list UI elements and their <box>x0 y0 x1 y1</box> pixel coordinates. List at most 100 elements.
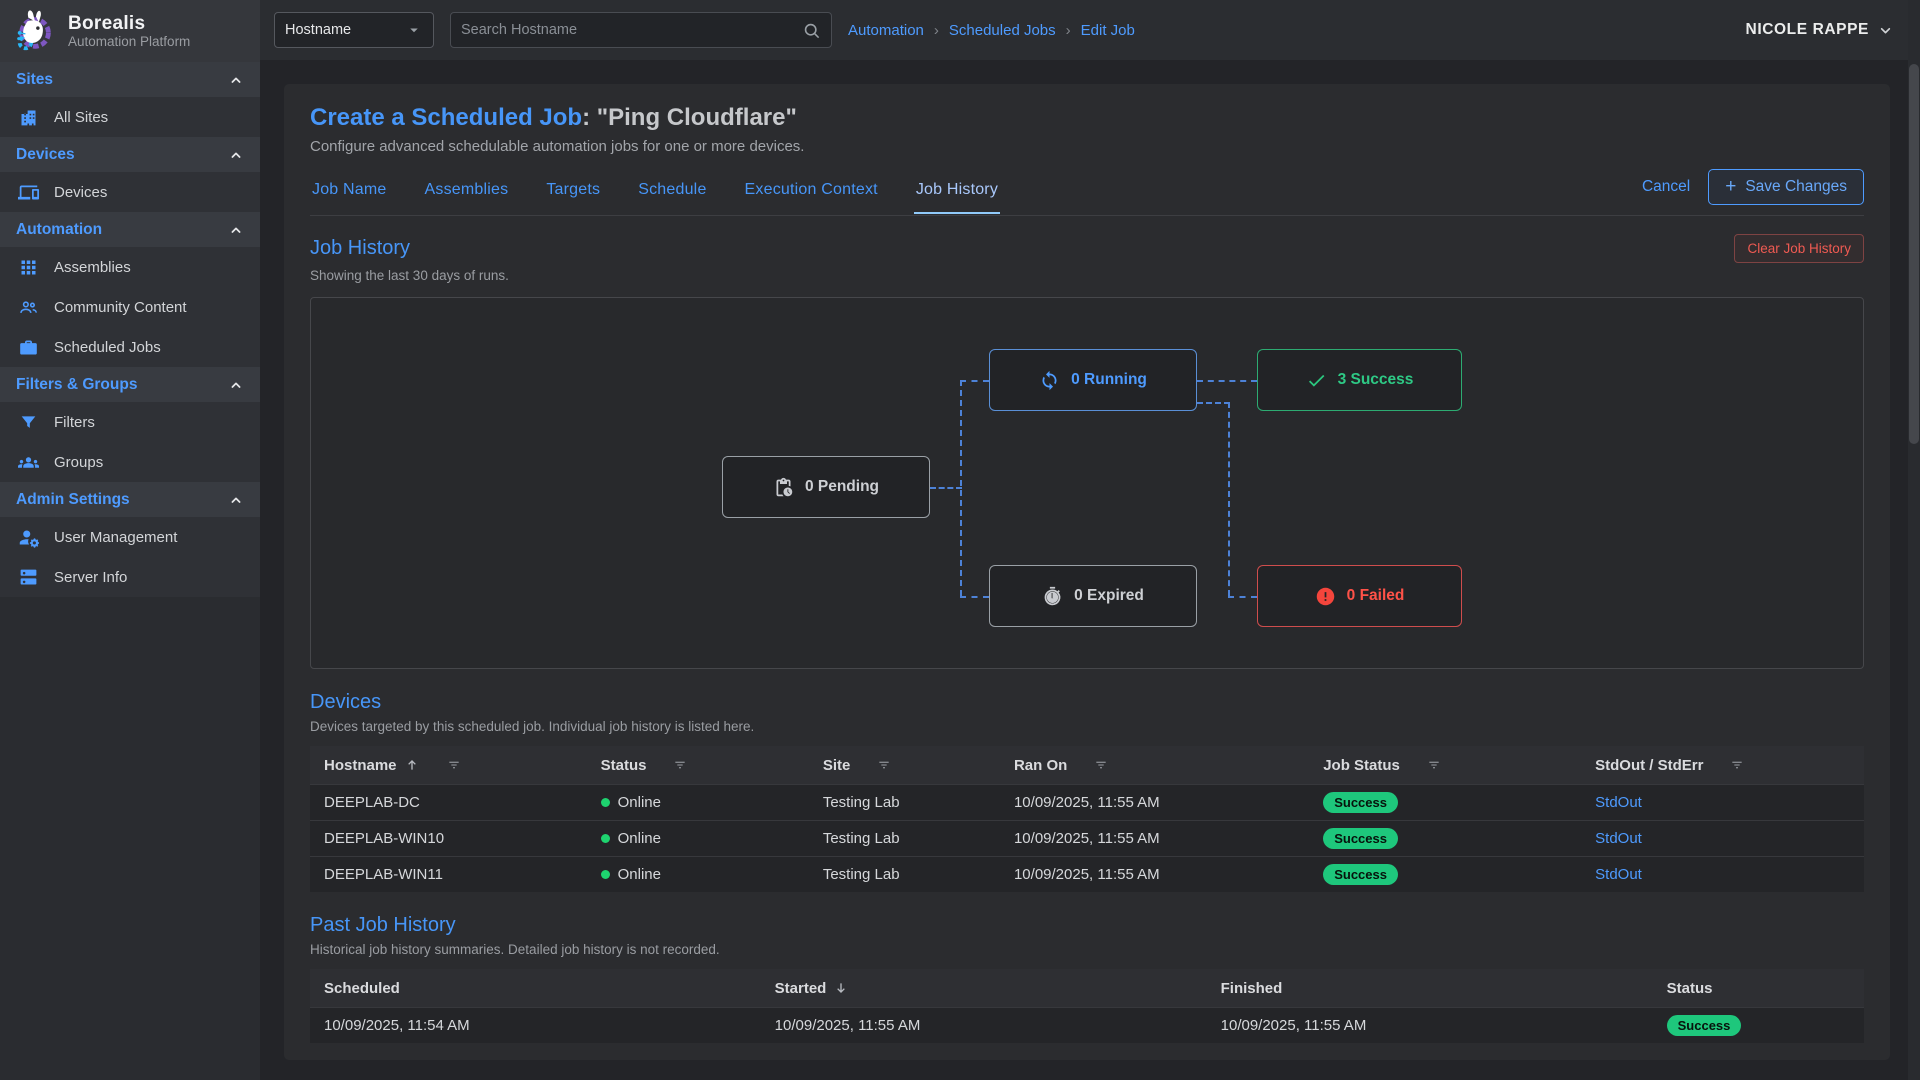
chevron-up-icon <box>228 72 244 88</box>
page-title: Create a Scheduled Job: "Ping Cloudflare… <box>310 104 1864 132</box>
sidebar-item-groups[interactable]: Groups <box>0 442 260 482</box>
column-label: Site <box>823 757 851 774</box>
sidebar-item-server-info[interactable]: Server Info <box>0 557 260 597</box>
pending-actions-icon <box>773 477 794 498</box>
search-field-select[interactable]: Hostname <box>274 12 434 48</box>
stdout-cell: StdOut <box>1581 794 1864 811</box>
buildings-icon <box>18 107 39 128</box>
sidebar-item-scheduled-jobs[interactable]: Scheduled Jobs <box>0 327 260 367</box>
status-text: Online <box>618 830 661 847</box>
sidebar-item-all-sites[interactable]: All Sites <box>0 97 260 137</box>
sort-asc-icon[interactable] <box>404 757 420 773</box>
stdout-cell: StdOut <box>1581 866 1864 883</box>
groups-icon <box>18 452 39 473</box>
brand-name: Borealis <box>68 13 190 35</box>
section-label: Admin Settings <box>16 491 130 509</box>
devices-table-header: Hostname Status Site <box>310 746 1864 784</box>
stdout-link[interactable]: StdOut <box>1595 794 1642 811</box>
page-scrollbar <box>1908 0 1920 1080</box>
column-header-job-status[interactable]: Job Status <box>1309 757 1581 774</box>
table-row: DEEPLAB-WIN10 Online Testing Lab 10/09/2… <box>310 820 1864 856</box>
status-cell: Online <box>587 866 809 883</box>
tab-job-name[interactable]: Job Name <box>310 171 389 213</box>
job-history-header-row: Job History Clear Job History <box>310 234 1864 263</box>
filter-list-icon[interactable] <box>876 757 892 773</box>
user-menu[interactable]: NICOLE RAPPE <box>1746 21 1894 39</box>
tab-schedule[interactable]: Schedule <box>636 171 708 213</box>
sidebar-item-filters[interactable]: Filters <box>0 402 260 442</box>
column-header-hostname[interactable]: Hostname <box>310 757 587 774</box>
section-label: Sites <box>16 71 53 89</box>
save-changes-button[interactable]: + Save Changes <box>1708 169 1864 205</box>
connector-line <box>960 596 989 598</box>
column-header-scheduled[interactable]: Scheduled <box>310 980 761 997</box>
breadcrumb-edit-job[interactable]: Edit Job <box>1081 22 1135 39</box>
job-status-flowchart: 0 Pending 0 Running 3 Success 0 Expired <box>310 297 1864 669</box>
sidebar-section-admin-settings[interactable]: Admin Settings <box>0 482 260 517</box>
stdout-link[interactable]: StdOut <box>1595 830 1642 847</box>
filter-list-icon[interactable] <box>1729 757 1745 773</box>
sidebar-section-automation[interactable]: Automation <box>0 212 260 247</box>
sidebar-section-filters-groups[interactable]: Filters & Groups <box>0 367 260 402</box>
table-row: 10/09/2025, 11:54 AM 10/09/2025, 11:55 A… <box>310 1007 1864 1043</box>
tab-targets[interactable]: Targets <box>544 171 602 213</box>
sidebar-section-devices[interactable]: Devices <box>0 137 260 172</box>
scrollbar-thumb[interactable] <box>1909 64 1919 444</box>
column-header-status[interactable]: Status <box>1653 980 1864 997</box>
brand-home[interactable]: Borealis Automation Platform <box>0 0 260 62</box>
ran-on-cell: 10/09/2025, 11:55 AM <box>1000 866 1309 883</box>
connector-line <box>930 487 962 489</box>
page-subtitle: Configure advanced schedulable automatio… <box>310 138 1864 155</box>
column-label: Status <box>601 757 647 774</box>
success-count-label: 3 Success <box>1338 371 1414 389</box>
filter-list-icon[interactable] <box>446 757 462 773</box>
status-cell: Online <box>587 794 809 811</box>
stdout-link[interactable]: StdOut <box>1595 866 1642 883</box>
tab-job-history[interactable]: Job History <box>914 171 1000 214</box>
connector-line <box>1197 402 1230 404</box>
job-status-cell: Success <box>1309 864 1581 885</box>
sidebar-item-assemblies[interactable]: Assemblies <box>0 247 260 287</box>
sidebar-item-label: Community Content <box>54 299 187 316</box>
page-title-suffix: : "Ping Cloudflare" <box>582 104 797 131</box>
sort-desc-icon[interactable] <box>833 980 849 996</box>
search-box <box>450 12 832 48</box>
devices-icon <box>18 182 39 203</box>
breadcrumb-scheduled-jobs[interactable]: Scheduled Jobs <box>949 22 1056 39</box>
column-header-stdout[interactable]: StdOut / StdErr <box>1581 757 1864 774</box>
section-label: Automation <box>16 221 102 239</box>
column-label: Finished <box>1221 980 1283 997</box>
breadcrumb-automation[interactable]: Automation <box>848 22 924 39</box>
past-table-header: Scheduled Started Finished Status <box>310 969 1864 1007</box>
filter-list-icon[interactable] <box>1093 757 1109 773</box>
sidebar-section-sites[interactable]: Sites <box>0 62 260 97</box>
status-badge: Success <box>1323 864 1398 885</box>
stdout-cell: StdOut <box>1581 830 1864 847</box>
page-title-prefix: Create a Scheduled Job <box>310 104 582 131</box>
cancel-button[interactable]: Cancel <box>1642 178 1690 196</box>
filter-list-icon[interactable] <box>1426 757 1442 773</box>
column-header-finished[interactable]: Finished <box>1207 980 1653 997</box>
column-header-site[interactable]: Site <box>809 757 1000 774</box>
column-header-ran-on[interactable]: Ran On <box>1000 757 1309 774</box>
hostname-cell: DEEPLAB-WIN10 <box>310 830 587 847</box>
column-header-status[interactable]: Status <box>587 757 809 774</box>
sidebar-item-user-management[interactable]: User Management <box>0 517 260 557</box>
connector-line <box>1228 596 1257 598</box>
tab-execution-context[interactable]: Execution Context <box>743 171 880 213</box>
plus-icon: + <box>1725 180 1736 194</box>
tab-assemblies[interactable]: Assemblies <box>423 171 511 213</box>
sidebar-item-community-content[interactable]: Community Content <box>0 287 260 327</box>
filter-list-icon[interactable] <box>672 757 688 773</box>
status-cell: Success <box>1653 1015 1864 1036</box>
success-status-box: 3 Success <box>1257 349 1462 411</box>
clear-job-history-button[interactable]: Clear Job History <box>1734 234 1864 263</box>
column-header-started[interactable]: Started <box>761 980 1207 997</box>
sidebar-item-devices[interactable]: Devices <box>0 172 260 212</box>
column-label: Job Status <box>1323 757 1400 774</box>
job-status-cell: Success <box>1309 792 1581 813</box>
search-input[interactable] <box>461 22 802 38</box>
table-row: DEEPLAB-DC Online Testing Lab 10/09/2025… <box>310 784 1864 820</box>
failed-status-box: 0 Failed <box>1257 565 1462 627</box>
sidebar-item-label: All Sites <box>54 109 108 126</box>
